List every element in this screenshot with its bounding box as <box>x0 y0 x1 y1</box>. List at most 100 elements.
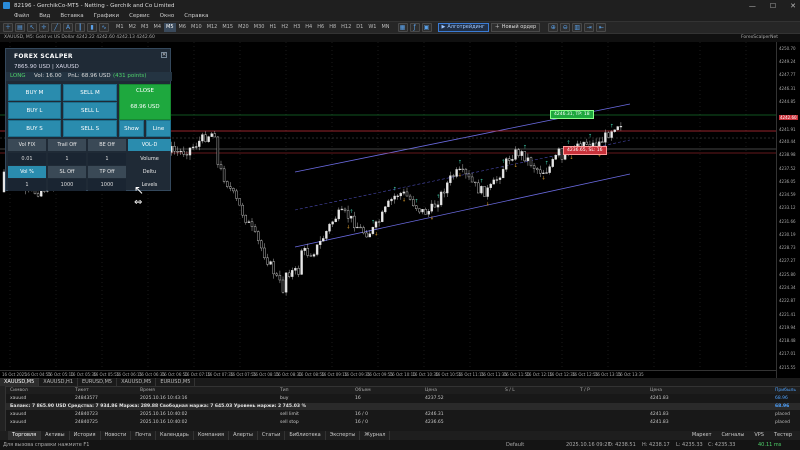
menu-tools[interactable]: Сервис <box>129 13 150 19</box>
volume-input-3[interactable]: 1 <box>88 153 126 165</box>
sl-off-button[interactable]: SL Off <box>48 166 86 178</box>
balance-row[interactable]: Баланс: 7 865.90 USD Средства: 7 934.86 … <box>0 403 800 410</box>
sell-s-button[interactable]: SELL S <box>63 120 117 137</box>
sell-m-button[interactable]: SELL M <box>63 84 117 101</box>
crosshair-icon[interactable]: ✛ <box>39 23 49 32</box>
close-position-button[interactable]: CLOSE 68.96 USD <box>119 84 171 120</box>
timeframe-w1[interactable]: W1 <box>366 23 378 32</box>
chart-tab-3[interactable]: EURUSD,M5 <box>78 378 118 386</box>
trendline-icon[interactable]: ╱ <box>51 23 61 32</box>
menu-file[interactable]: Файл <box>14 13 29 19</box>
right-link[interactable]: Сигналы <box>721 431 744 440</box>
terminal-tab[interactable]: Новости <box>101 431 132 440</box>
stop-loss-tag[interactable]: 4236.65, SL: 16 <box>563 146 607 155</box>
timeframe-h12[interactable]: H12 <box>339 23 353 32</box>
text-icon[interactable]: A <box>63 23 73 32</box>
timeframe-h3[interactable]: H3 <box>291 23 302 32</box>
right-link[interactable]: VPS <box>754 431 764 440</box>
timeframe-m1[interactable]: M1 <box>114 23 126 32</box>
timeframe-m3[interactable]: M3 <box>139 23 151 32</box>
timeframe-m15[interactable]: M15 <box>220 23 235 32</box>
new-order-button[interactable]: ＋ Новый ордер <box>490 23 541 32</box>
sell-l-button[interactable]: SELL L <box>63 102 117 119</box>
show-button[interactable]: Show <box>119 120 144 137</box>
terminal-tab[interactable]: Журнал <box>360 431 391 440</box>
vol-fix-button[interactable]: Vol FIX <box>8 139 46 151</box>
templates-icon[interactable]: ▣ <box>421 23 432 32</box>
position-row[interactable]: xauusd 24843577 2025.10.16 10:43:16 buy 16 42… <box>0 395 800 402</box>
tile-icon[interactable]: ▥ <box>572 23 583 32</box>
tp-off-button[interactable]: TP Off <box>88 166 126 178</box>
bars-icon[interactable]: ┃ <box>75 23 85 32</box>
position-row[interactable]: xauusd 24840723 2025.10.16 10:40:02 sell li… <box>0 411 800 418</box>
right-link[interactable]: Тестер <box>774 431 792 440</box>
level-input-1[interactable]: 1 <box>8 179 46 191</box>
terminal-tab[interactable]: Эксперты <box>326 431 361 440</box>
indicators-icon[interactable]: ƒ <box>409 23 420 32</box>
chart-tab-4[interactable]: XAUUSD,M5 <box>117 378 157 386</box>
timeframe-m2[interactable]: M2 <box>127 23 139 32</box>
line-icon[interactable]: ∿ <box>99 23 109 32</box>
zoom-out-icon[interactable]: ⊖ <box>560 23 571 32</box>
candles-icon[interactable]: ▮ <box>87 23 97 32</box>
timeframe-h1[interactable]: H1 <box>267 23 278 32</box>
menu-help[interactable]: Справка <box>184 13 208 19</box>
terminal-tab[interactable]: Активы <box>41 431 70 440</box>
volume-input-2[interactable]: 1 <box>48 153 86 165</box>
right-link[interactable]: Маркет <box>692 431 712 440</box>
chart-tab-5[interactable]: EURUSD,M5 <box>156 378 196 386</box>
be-off-button[interactable]: BE Off <box>88 139 126 151</box>
grid-icon[interactable]: ▦ <box>397 23 408 32</box>
maximize-button[interactable]: ☐ <box>770 2 776 10</box>
close-window-button[interactable]: ✕ <box>790 2 796 10</box>
timeframe-m30[interactable]: M30 <box>252 23 267 32</box>
timeframe-m5[interactable]: M5 <box>164 23 176 32</box>
terminal-tab[interactable]: Компания <box>194 431 230 440</box>
zoom-in-icon[interactable]: ⊕ <box>548 23 559 32</box>
volume-input-1[interactable]: 0.01 <box>8 153 46 165</box>
level-input-2[interactable]: 1000 <box>48 179 86 191</box>
chart-tab-1[interactable]: XAUUSD,M5 <box>0 378 40 386</box>
vol-pct-button[interactable]: Vol % <box>8 166 46 178</box>
shift-icon[interactable]: ⇤ <box>596 23 607 32</box>
cursor-icon[interactable]: ↖ <box>27 23 37 32</box>
menu-window[interactable]: Окно <box>160 13 175 19</box>
menu-view[interactable]: Вид <box>39 13 50 19</box>
new-chart-icon[interactable]: ＋ <box>3 23 13 32</box>
buy-l-button[interactable]: BUY L <box>8 102 61 119</box>
timeframe-m20[interactable]: M20 <box>236 23 251 32</box>
terminal-tab[interactable]: Алерты <box>229 431 258 440</box>
timeframe-m4[interactable]: M4 <box>152 23 164 32</box>
timeframe-h4[interactable]: H4 <box>303 23 314 32</box>
panel-close-button[interactable]: ✕ <box>161 52 167 58</box>
timeframe-m10[interactable]: M10 <box>189 23 204 32</box>
profiles-icon[interactable]: ▤ <box>15 23 25 32</box>
terminal-tab[interactable]: Торговля <box>8 431 42 440</box>
level-input-3[interactable]: 1000 <box>88 179 126 191</box>
timeframe-h6[interactable]: H6 <box>315 23 326 32</box>
terminal-tab[interactable]: История <box>70 431 101 440</box>
position-row[interactable]: xauusd 24840725 2025.10.16 10:40:02 sell st… <box>0 419 800 426</box>
minimize-button[interactable]: — <box>749 2 756 10</box>
timeframe-h2[interactable]: H2 <box>279 23 290 32</box>
autoscroll-icon[interactable]: ⇥ <box>584 23 595 32</box>
terminal-tab[interactable]: Календарь <box>156 431 194 440</box>
menu-insert[interactable]: Вставка <box>60 13 83 19</box>
chart-tab-2[interactable]: XAUUSD,H1 <box>39 378 79 386</box>
vol-d-button[interactable]: VOL-D <box>128 139 171 151</box>
line-button[interactable]: Line <box>146 120 171 137</box>
buy-m-button[interactable]: BUY M <box>8 84 61 101</box>
timeframe-mn[interactable]: MN <box>379 23 391 32</box>
menu-charts[interactable]: Графики <box>94 13 119 19</box>
trail-off-button[interactable]: Trail Off <box>48 139 86 151</box>
timeframe-d1[interactable]: D1 <box>354 23 365 32</box>
take-profit-tag[interactable]: 4246.31, TP: 18 <box>550 110 594 119</box>
timeframe-h8[interactable]: H8 <box>327 23 338 32</box>
timeframe-m6[interactable]: M6 <box>177 23 189 32</box>
buy-s-button[interactable]: BUY S <box>8 120 61 137</box>
terminal-tab[interactable]: Почта <box>131 431 157 440</box>
terminal-tab[interactable]: Библиотека <box>285 431 326 440</box>
algo-trading-button[interactable]: ▶ Алготрейдинг <box>437 23 489 32</box>
terminal-tab[interactable]: Статьи <box>258 431 286 440</box>
timeframe-m12[interactable]: M12 <box>205 23 220 32</box>
